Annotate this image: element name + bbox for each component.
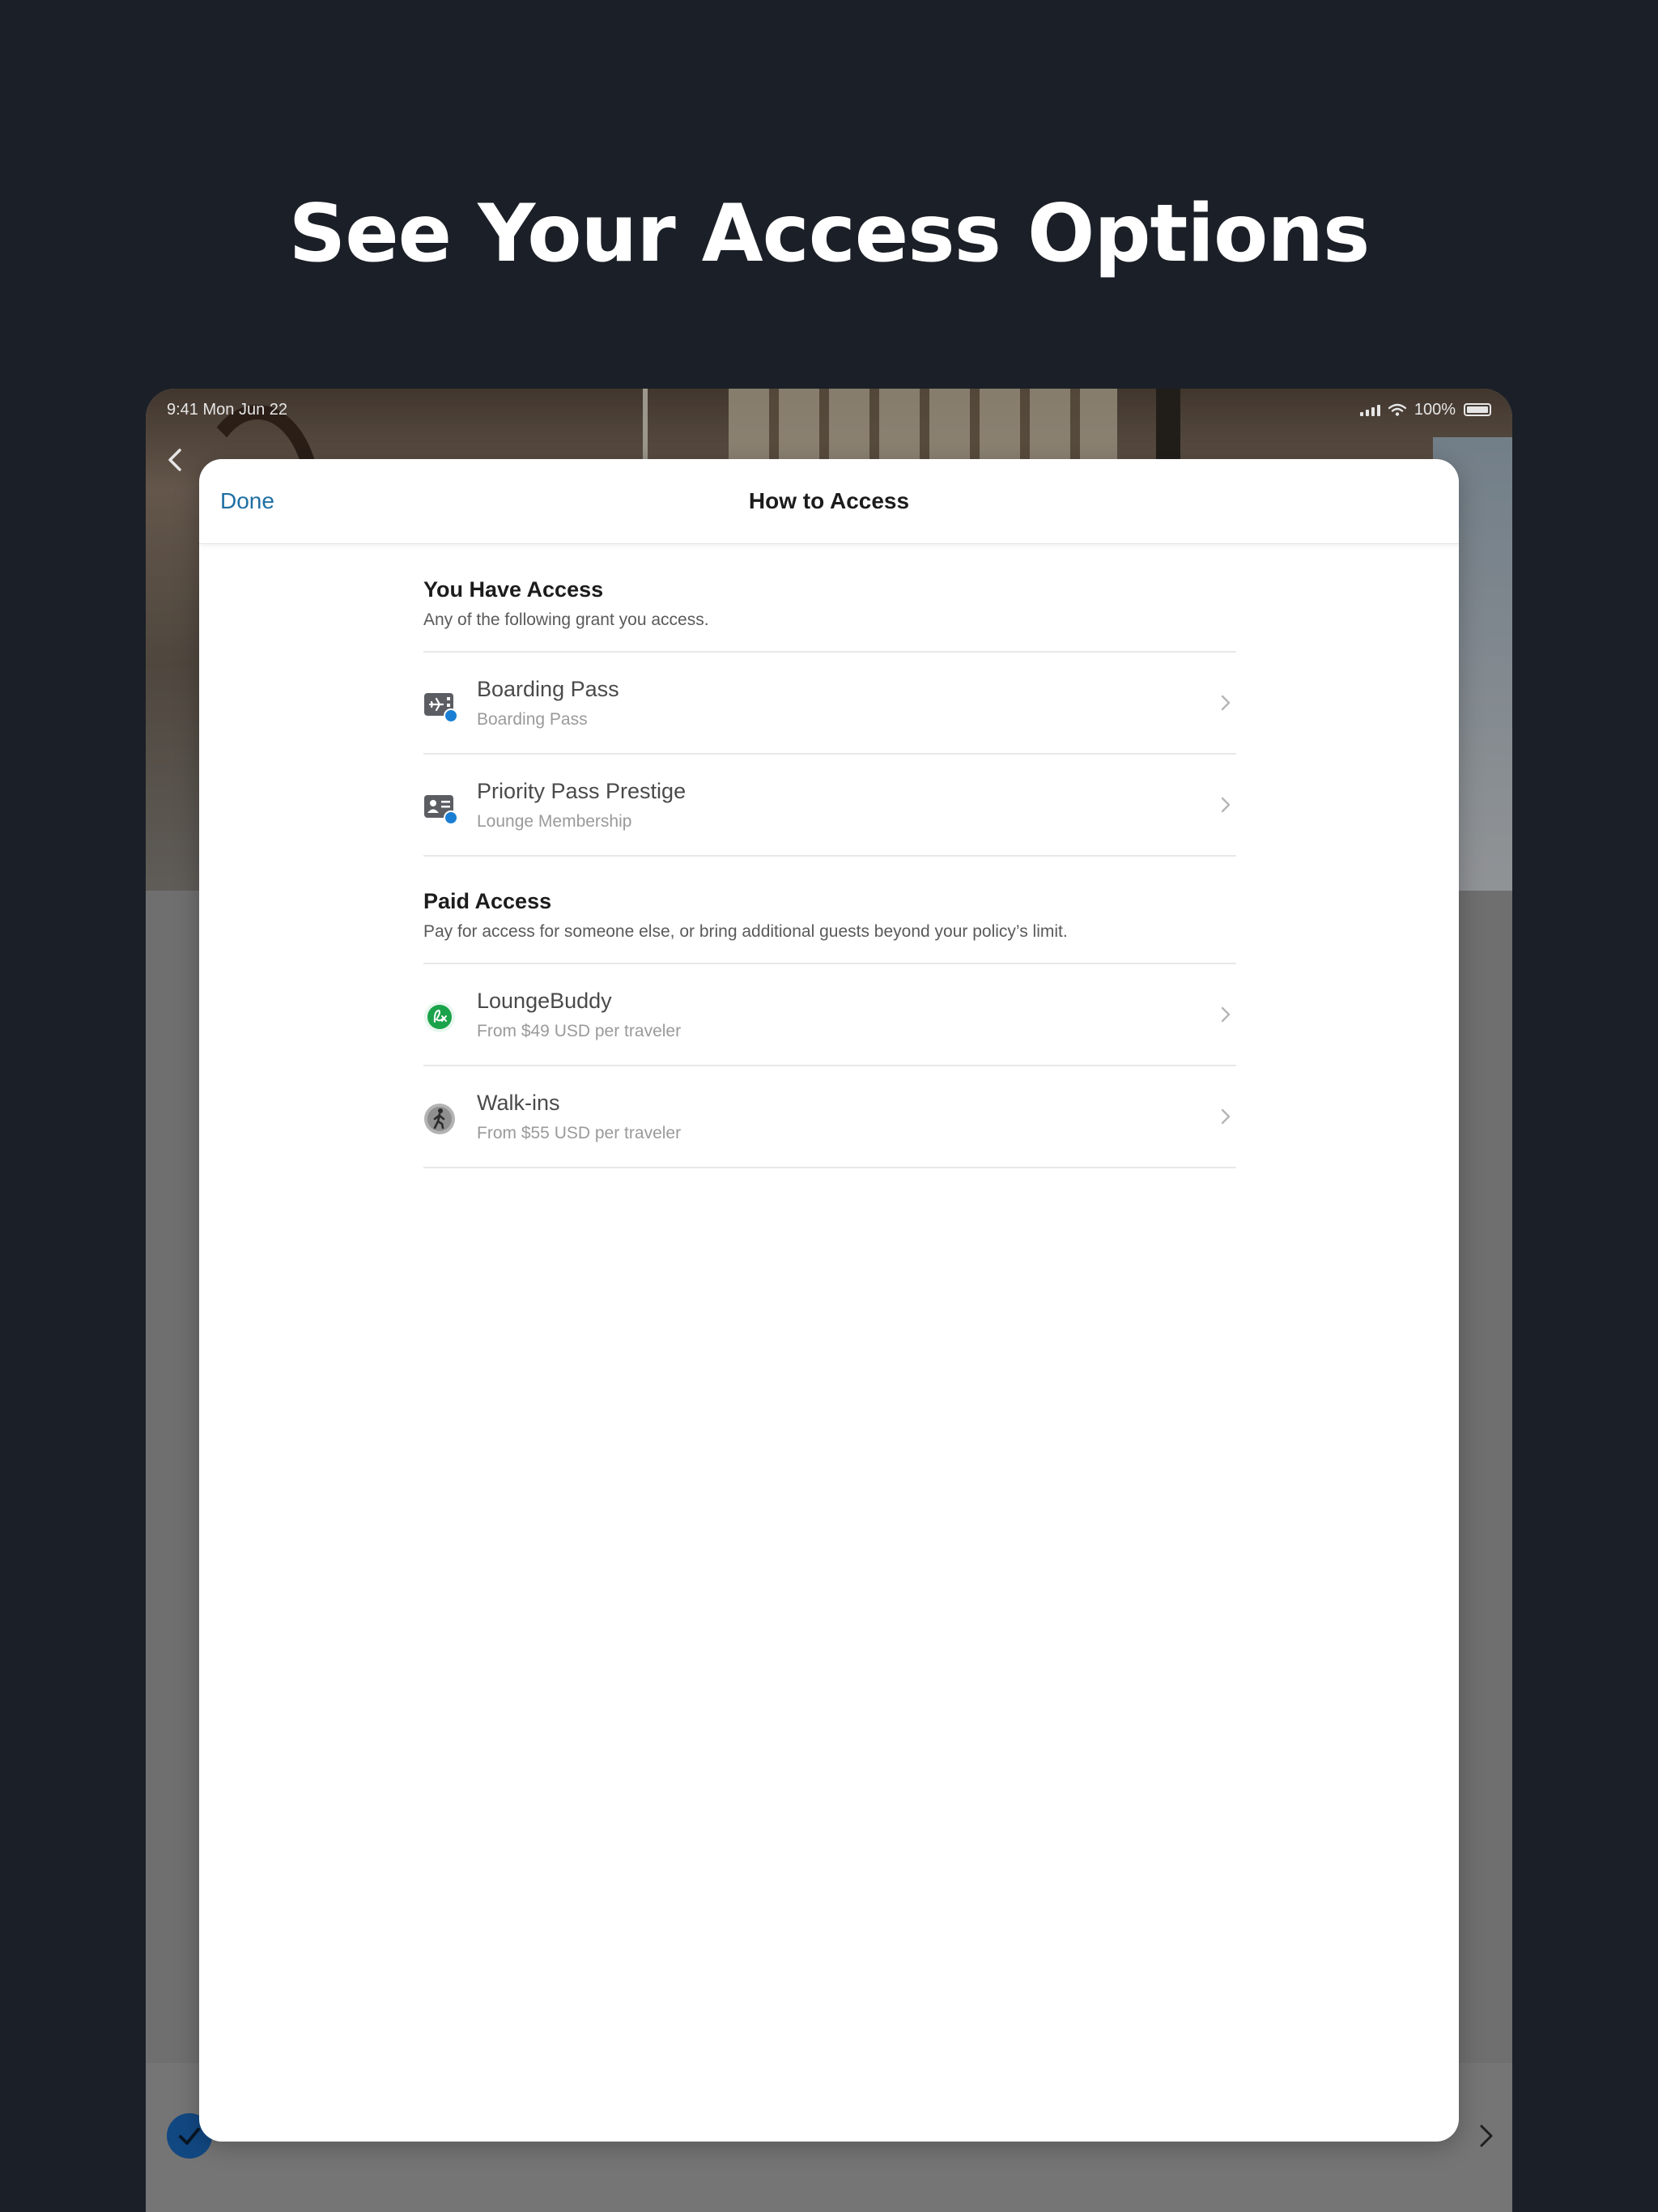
walking-person-icon xyxy=(424,1104,455,1134)
chevron-right-icon xyxy=(1221,1006,1231,1023)
access-options-list: You Have Access Any of the following gra… xyxy=(423,543,1236,1168)
loungebuddy-price: From $49 USD per traveler xyxy=(477,1022,682,1040)
membership-card-icon xyxy=(424,795,457,824)
section-subtitle-paid-access: Pay for access for someone else, or brin… xyxy=(423,922,1236,964)
cellular-signal-icon xyxy=(1359,403,1380,416)
list-item-boarding-pass[interactable]: Boarding Pass Boarding Pass xyxy=(423,653,1236,755)
walk-ins-price: From $55 USD per traveler xyxy=(477,1124,682,1142)
chevron-right-icon xyxy=(1221,695,1231,711)
walk-ins-title: Walk-ins xyxy=(477,1091,560,1115)
priority-pass-title: Priority Pass Prestige xyxy=(477,779,687,803)
status-bar: 9:41 Mon Jun 22 100% xyxy=(167,395,1491,424)
list-item-loungebuddy[interactable]: LoungeBuddy From $49 USD per traveler xyxy=(423,964,1236,1066)
boarding-pass-title: Boarding Pass xyxy=(477,677,619,701)
headline: See Your Access Options xyxy=(288,188,1371,280)
back-chevron-icon[interactable] xyxy=(164,444,188,476)
sheet-title: How to Access xyxy=(748,488,910,513)
list-item-walk-ins[interactable]: Walk-ins From $55 USD per traveler xyxy=(423,1066,1236,1168)
loungebuddy-logo-icon xyxy=(424,1002,455,1032)
wifi-icon xyxy=(1388,403,1406,416)
loungebuddy-title: LoungeBuddy xyxy=(477,989,612,1013)
section-subtitle-you-have-access: Any of the following grant you access. xyxy=(423,610,1236,653)
list-item-priority-pass-prestige[interactable]: Priority Pass Prestige Lounge Membership xyxy=(423,755,1236,857)
chevron-right-icon xyxy=(1221,797,1231,813)
sheet-header: Done How to Access xyxy=(199,459,1459,544)
chevron-right-icon xyxy=(1221,1108,1231,1125)
boarding-pass-icon xyxy=(424,693,457,722)
status-time: 9:41 Mon Jun 22 xyxy=(167,400,287,419)
done-button[interactable]: Done xyxy=(220,459,274,543)
section-title-paid-access: Paid Access xyxy=(423,889,552,913)
how-to-access-sheet: Done How to Access You Have Access Any o… xyxy=(199,459,1459,2142)
priority-pass-subtitle: Lounge Membership xyxy=(477,812,632,831)
section-title-you-have-access: You Have Access xyxy=(423,577,604,602)
battery-percentage: 100% xyxy=(1414,400,1456,419)
boarding-pass-subtitle: Boarding Pass xyxy=(477,710,588,729)
battery-icon xyxy=(1464,403,1491,416)
